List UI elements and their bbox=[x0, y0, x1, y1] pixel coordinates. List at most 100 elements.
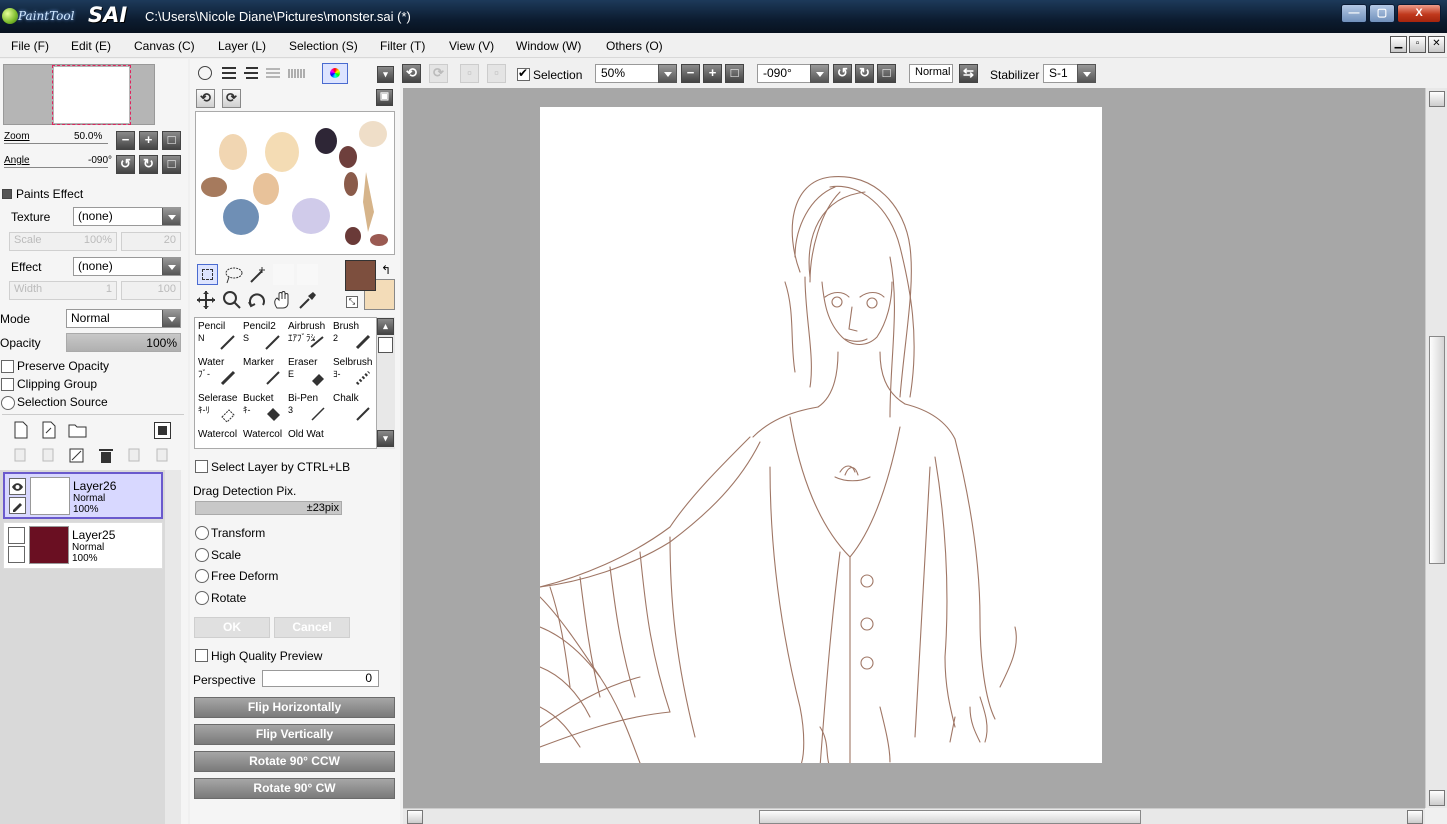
rotate-cw-button[interactable]: Rotate 90° CW bbox=[194, 778, 395, 799]
pen-lock-toggle[interactable] bbox=[8, 546, 25, 563]
rotate-radio[interactable] bbox=[195, 591, 209, 605]
layer-row[interactable]: Layer25 Normal 100% bbox=[3, 522, 163, 569]
zoom-value[interactable]: 50.0% bbox=[74, 131, 102, 142]
undo-icon[interactable]: ⟲ bbox=[196, 89, 215, 108]
ok-button[interactable]: OK bbox=[194, 617, 270, 638]
lasso-tool-icon[interactable] bbox=[224, 266, 244, 284]
rotate-tool-icon[interactable] bbox=[247, 290, 267, 310]
clear-layer-icon[interactable] bbox=[68, 447, 86, 465]
brush-selerase[interactable]: Selerase ｷ-ﾘ bbox=[195, 390, 240, 426]
new-linework-layer-icon[interactable] bbox=[40, 421, 58, 439]
menu-edit[interactable]: Edit (E) bbox=[71, 39, 111, 53]
swap-colors-icon[interactable]: ↰ bbox=[381, 263, 391, 277]
scroll-up-icon[interactable] bbox=[1429, 91, 1445, 107]
rect-select-tool-icon[interactable] bbox=[197, 264, 218, 285]
rotate-ccw-button[interactable]: Rotate 90° CCW bbox=[194, 751, 395, 772]
gradation-icon[interactable] bbox=[265, 66, 281, 80]
selection-checkbox[interactable] bbox=[517, 66, 530, 81]
brush-bipen[interactable]: Bi-Pen 3 bbox=[285, 390, 330, 426]
drag-detection-slider[interactable]: ±23pix bbox=[195, 501, 342, 515]
stabilizer-dropdown[interactable]: S-1 bbox=[1043, 64, 1096, 83]
zoom-out-button[interactable]: − bbox=[116, 131, 135, 150]
transform-radio[interactable] bbox=[195, 526, 209, 540]
horizontal-scroll-thumb[interactable] bbox=[759, 810, 1141, 824]
navigator-preview[interactable] bbox=[3, 64, 155, 125]
brush-pencil[interactable]: Pencil N bbox=[195, 318, 240, 354]
close-button[interactable]: X bbox=[1397, 4, 1441, 23]
transparent-color-icon[interactable]: ⤡ bbox=[346, 296, 358, 308]
magic-wand-tool-icon[interactable] bbox=[248, 266, 268, 284]
hand-tool-icon[interactable] bbox=[272, 290, 292, 310]
rotate-ccw-icon[interactable]: ↺ bbox=[833, 64, 852, 83]
deselect-icon[interactable]: ▫ bbox=[460, 64, 479, 83]
blend-mode-dropdown[interactable]: Normal bbox=[66, 309, 181, 328]
flip-horizontally-button[interactable]: Flip Horizontally bbox=[194, 697, 395, 718]
scroll-left-icon[interactable] bbox=[407, 810, 423, 824]
zoom-reset-icon[interactable]: □ bbox=[725, 64, 744, 83]
zoom-tool-icon[interactable] bbox=[222, 290, 242, 310]
layer-list-scrollbar[interactable] bbox=[165, 470, 181, 824]
zoom-reset-button[interactable]: □ bbox=[162, 131, 181, 150]
redo-icon[interactable]: ⟳ bbox=[222, 89, 241, 108]
rotate-cw-button[interactable]: ↻ bbox=[139, 155, 158, 174]
pen-lock-icon[interactable] bbox=[9, 497, 26, 514]
vertical-scroll-thumb[interactable] bbox=[1429, 336, 1445, 564]
texture-dropdown[interactable]: (none) bbox=[73, 207, 181, 226]
scroll-down-icon[interactable] bbox=[1429, 790, 1445, 806]
brush-water[interactable]: Water ﾌﾞ- bbox=[195, 354, 240, 390]
flip-view-icon[interactable]: ⇆ bbox=[959, 64, 978, 83]
zoom-in-button[interactable]: + bbox=[139, 131, 158, 150]
zoom-dropdown[interactable]: 50% bbox=[595, 64, 677, 83]
preserve-opacity-checkbox[interactable] bbox=[1, 360, 14, 373]
color-wheel-icon[interactable] bbox=[198, 66, 212, 80]
flip-vertically-button[interactable]: Flip Vertically bbox=[194, 724, 395, 745]
new-folder-icon[interactable] bbox=[68, 421, 88, 439]
menu-window[interactable]: Window (W) bbox=[516, 39, 581, 53]
primary-color-swatch[interactable] bbox=[345, 260, 376, 291]
new-layer-icon[interactable] bbox=[12, 421, 30, 439]
mdi-close-button[interactable]: ✕ bbox=[1428, 36, 1445, 53]
brush-brush[interactable]: Brush 2 bbox=[330, 318, 375, 354]
eye-icon[interactable] bbox=[9, 478, 26, 495]
brush-selbrush[interactable]: Selbrush ﾖ- bbox=[330, 354, 375, 390]
menu-selection[interactable]: Selection (S) bbox=[289, 39, 358, 53]
rotate-reset-button[interactable]: □ bbox=[162, 155, 181, 174]
brush-watercol[interactable]: Watercol bbox=[240, 426, 285, 448]
rotate-reset-icon[interactable]: □ bbox=[877, 64, 896, 83]
hsv-slider-icon[interactable] bbox=[243, 66, 259, 80]
swatches-icon[interactable] bbox=[287, 66, 307, 80]
angle-dropdown[interactable]: -090° bbox=[757, 64, 829, 83]
menu-canvas[interactable]: Canvas (C) bbox=[134, 39, 195, 53]
scratchpad-icon[interactable] bbox=[322, 63, 348, 84]
eyedropper-tool-icon[interactable] bbox=[297, 290, 317, 310]
scroll-up-icon[interactable]: ▴ bbox=[377, 318, 394, 335]
trash-icon[interactable] bbox=[97, 447, 115, 465]
angle-value[interactable]: -090° bbox=[88, 155, 112, 166]
opacity-slider[interactable]: 100% bbox=[66, 333, 181, 352]
menu-layer[interactable]: Layer (L) bbox=[218, 39, 266, 53]
zoom-out-icon[interactable]: − bbox=[681, 64, 700, 83]
scroll-right-icon[interactable] bbox=[1407, 810, 1423, 824]
brush-watercol[interactable]: Watercol bbox=[195, 426, 240, 448]
scratchpad-clear-icon[interactable]: ▣ bbox=[376, 89, 393, 106]
brush-oldwat[interactable]: Old Wat bbox=[285, 426, 330, 448]
free-deform-radio[interactable] bbox=[195, 569, 209, 583]
drawing-canvas[interactable] bbox=[539, 107, 1102, 768]
rgb-slider-icon[interactable] bbox=[221, 66, 237, 80]
zoom-slider[interactable] bbox=[4, 143, 108, 144]
brush-marker[interactable]: Marker bbox=[240, 354, 285, 390]
angle-slider[interactable] bbox=[4, 167, 108, 168]
brush-pencil2[interactable]: Pencil2 S bbox=[240, 318, 285, 354]
selection-source-radio[interactable] bbox=[1, 396, 15, 410]
undo-icon[interactable]: ⟲ bbox=[402, 64, 421, 83]
brush-grid-scrollbar[interactable]: ▴ ▾ bbox=[377, 317, 395, 449]
visibility-toggle[interactable] bbox=[8, 527, 25, 544]
menu-others[interactable]: Others (O) bbox=[606, 39, 663, 53]
move-tool-icon[interactable] bbox=[196, 290, 216, 310]
zoom-in-icon[interactable]: + bbox=[703, 64, 722, 83]
perspective-field[interactable]: 0 bbox=[262, 670, 379, 687]
menu-file[interactable]: File (F) bbox=[11, 39, 49, 53]
panel-menu-icon[interactable]: ▾ bbox=[377, 66, 394, 83]
horizontal-scrollbar[interactable] bbox=[403, 808, 1425, 824]
redo-icon[interactable]: ⟳ bbox=[429, 64, 448, 83]
